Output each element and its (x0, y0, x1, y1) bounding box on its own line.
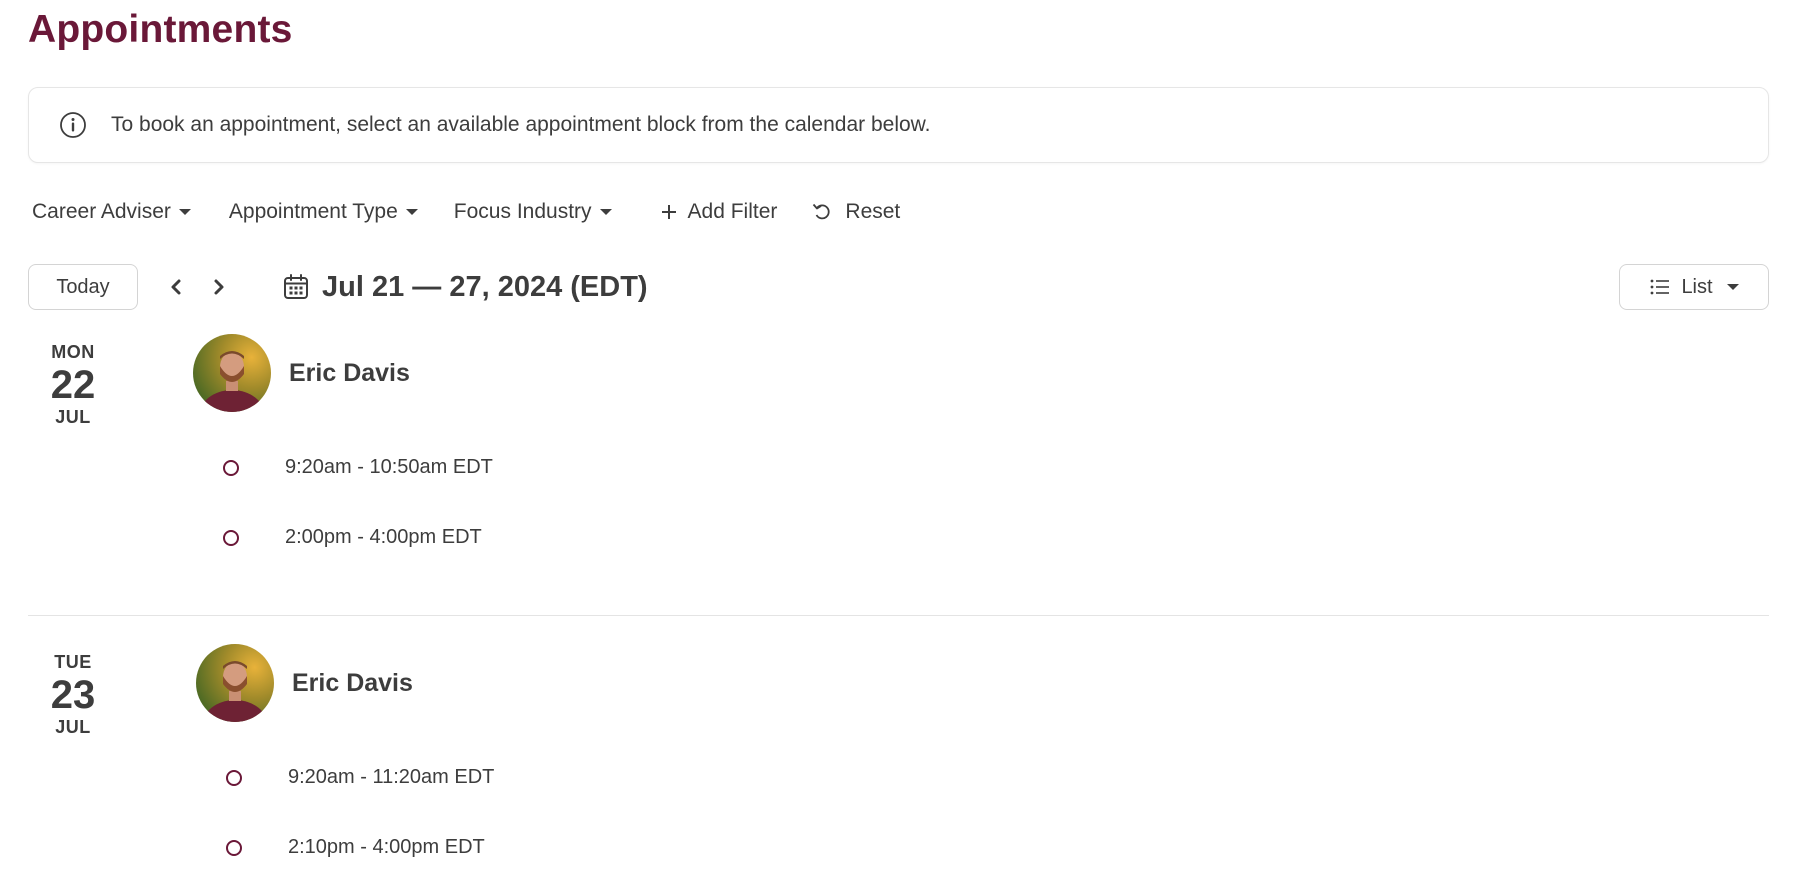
filter-bar: Career Adviser Appointment Type Focus In… (32, 196, 900, 228)
day-label: MON 22 JUL (28, 342, 118, 428)
reset-label: Reset (845, 200, 901, 223)
chevron-right-icon (211, 278, 227, 296)
caret-down-icon (405, 209, 418, 215)
today-button[interactable]: Today (28, 264, 138, 310)
reset-button[interactable]: Reset (811, 200, 900, 224)
undo-icon (811, 202, 833, 222)
avatar (196, 644, 274, 722)
plus-icon (660, 203, 678, 221)
filter-career-adviser[interactable]: Career Adviser (32, 200, 191, 224)
slot-radio[interactable] (223, 459, 239, 476)
add-filter-label: Add Filter (687, 200, 778, 223)
day-divider (28, 615, 1769, 616)
calendar-toolbar: Today Jul 21 — 27, 2024 (EDT) List (28, 264, 1769, 312)
slot-time: 9:20am - 10:50am EDT (285, 456, 493, 478)
avatar (193, 334, 271, 412)
adviser-name: Eric Davis (289, 358, 410, 387)
info-banner-text: To book an appointment, select an availa… (111, 113, 931, 136)
adviser-header[interactable]: Eric Davis (196, 644, 413, 722)
filter-career-adviser-label: Career Adviser (32, 200, 171, 223)
day-of-week: MON (51, 342, 95, 362)
appointment-slot[interactable]: 2:00pm - 4:00pm EDT (223, 526, 482, 549)
day-month: JUL (55, 407, 91, 427)
info-banner: To book an appointment, select an availa… (28, 87, 1769, 163)
appointment-slot[interactable]: 9:20am - 10:50am EDT (223, 456, 493, 479)
day-of-week: TUE (54, 652, 92, 672)
slot-radio[interactable] (223, 529, 239, 546)
appointment-slot[interactable]: 9:20am - 11:20am EDT (226, 766, 494, 789)
slot-time: 9:20am - 11:20am EDT (288, 766, 495, 788)
page-title: Appointments (28, 8, 293, 51)
caret-down-icon (178, 209, 191, 215)
caret-down-icon (599, 209, 612, 215)
slot-time: 2:10pm - 4:00pm EDT (288, 836, 485, 858)
day-number: 23 (50, 673, 96, 717)
list-icon (1649, 278, 1671, 296)
filter-appointment-type-label: Appointment Type (228, 200, 398, 223)
slot-time: 2:00pm - 4:00pm EDT (285, 526, 482, 548)
chevron-left-icon (168, 278, 184, 296)
adviser-header[interactable]: Eric Davis (193, 334, 410, 412)
adviser-name: Eric Davis (292, 668, 413, 697)
calendar-icon (282, 273, 310, 301)
day-month: JUL (55, 717, 91, 737)
slot-radio[interactable] (226, 839, 242, 856)
add-filter-button[interactable]: Add Filter (660, 200, 778, 224)
filter-focus-industry-label: Focus Industry (453, 200, 592, 223)
filter-focus-industry[interactable]: Focus Industry (454, 200, 612, 224)
view-switcher-label: List (1681, 275, 1713, 298)
day-number: 22 (50, 363, 96, 407)
caret-down-icon (1726, 284, 1739, 290)
day-label: TUE 23 JUL (28, 652, 118, 738)
appointment-slot[interactable]: 2:10pm - 4:00pm EDT (226, 836, 485, 859)
view-switcher-button[interactable]: List (1619, 264, 1769, 310)
filter-appointment-type[interactable]: Appointment Type (229, 200, 418, 224)
info-circle-icon (59, 111, 87, 139)
previous-week-button[interactable] (161, 272, 191, 302)
next-week-button[interactable] (204, 272, 234, 302)
slot-radio[interactable] (226, 769, 242, 786)
date-range-label: Jul 21 — 27, 2024 (EDT) (322, 270, 648, 303)
date-range-picker[interactable]: Jul 21 — 27, 2024 (EDT) (282, 264, 648, 310)
